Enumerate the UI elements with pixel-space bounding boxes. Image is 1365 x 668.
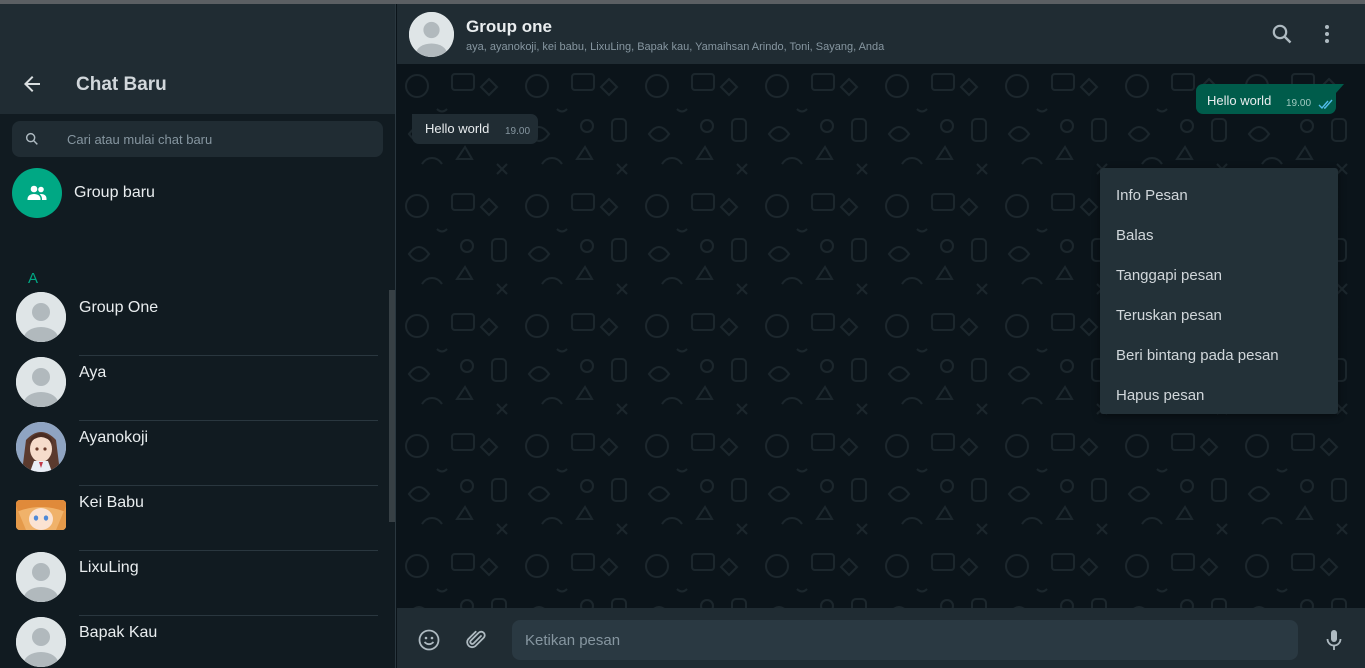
- avatar[interactable]: [409, 12, 454, 57]
- divider: [79, 355, 378, 356]
- search-container: [0, 114, 395, 164]
- menu-item-react[interactable]: Tanggapi pesan: [1100, 256, 1338, 296]
- message-time: 19.00: [1286, 98, 1312, 109]
- divider: [79, 615, 378, 616]
- avatar: [16, 292, 66, 342]
- menu-item-reply[interactable]: Balas: [1100, 216, 1338, 256]
- contact-item[interactable]: Ayanokoji: [0, 422, 380, 487]
- new-chat-title: Chat Baru: [76, 74, 167, 95]
- search-icon: [24, 131, 40, 147]
- mic-icon[interactable]: [1322, 628, 1346, 652]
- contact-name: Aya: [79, 364, 107, 381]
- divider: [79, 550, 378, 551]
- menu-item-info[interactable]: Info Pesan: [1100, 176, 1338, 216]
- sidebar-scrollbar[interactable]: [389, 290, 395, 522]
- attach-icon[interactable]: [464, 628, 488, 652]
- contact-item[interactable]: Group One: [0, 292, 380, 357]
- contact-item[interactable]: Aya: [0, 357, 380, 422]
- new-group-avatar: [12, 168, 62, 218]
- divider: [79, 420, 378, 421]
- message-input[interactable]: [512, 620, 1298, 660]
- contact-name: Ayanokoji: [79, 429, 149, 446]
- message-text: Hello world: [1207, 93, 1272, 108]
- menu-item-delete[interactable]: Hapus pesan: [1100, 376, 1338, 416]
- new-group-button[interactable]: Group baru: [0, 164, 395, 226]
- double-check-icon: [1318, 97, 1334, 110]
- contact-name: LixuLing: [79, 559, 139, 576]
- contact-item[interactable]: LixuLing: [0, 552, 380, 617]
- group-icon: [27, 185, 47, 200]
- menu-item-star[interactable]: Beri bintang pada pesan: [1100, 336, 1338, 376]
- avatar: [16, 552, 66, 602]
- outgoing-message[interactable]: Hello world 19.00: [1196, 84, 1344, 114]
- contact-name: Bapak Kau: [79, 624, 158, 641]
- compose-bar: [397, 608, 1365, 668]
- incoming-message[interactable]: Hello world 19.00: [412, 114, 538, 144]
- avatar: [16, 617, 66, 667]
- message-area: Hello world 19.00 Hello world 19.00 Info…: [397, 64, 1365, 608]
- new-chat-panel: Chat Baru Group baru A Group One: [0, 4, 396, 668]
- menu-dots-icon[interactable]: [1315, 22, 1339, 46]
- divider: [79, 485, 378, 486]
- chat-title: Group one: [466, 17, 552, 36]
- contact-name: Group One: [79, 299, 159, 316]
- message-time: 19.00: [505, 126, 531, 137]
- search-input[interactable]: [67, 121, 367, 157]
- message-text: Hello world: [425, 121, 490, 136]
- avatar: [16, 422, 66, 472]
- bubble-tail: [1336, 84, 1344, 93]
- contact-item[interactable]: Bapak Kau: [0, 617, 380, 668]
- message-context-menu: Info Pesan Balas Tanggapi pesan Teruskan…: [1100, 168, 1338, 414]
- avatar: [16, 500, 66, 530]
- search-box: [12, 121, 383, 157]
- conversation-panel: Group one aya, ayanokoji, kei babu, Lixu…: [397, 4, 1365, 668]
- new-group-label: Group baru: [74, 184, 155, 201]
- search-icon[interactable]: [1270, 22, 1294, 46]
- new-chat-header: Chat Baru: [0, 4, 395, 114]
- contact-item[interactable]: Kei Babu: [0, 487, 380, 552]
- chat-header[interactable]: Group one aya, ayanokoji, kei babu, Lixu…: [397, 4, 1365, 64]
- emoji-icon[interactable]: [417, 628, 441, 652]
- back-arrow-icon[interactable]: [20, 72, 44, 96]
- contact-name: Kei Babu: [79, 494, 144, 511]
- chat-members: aya, ayanokoji, kei babu, LixuLing, Bapa…: [466, 41, 885, 53]
- avatar: [16, 357, 66, 407]
- menu-item-forward[interactable]: Teruskan pesan: [1100, 296, 1338, 336]
- section-letter: A: [28, 270, 39, 287]
